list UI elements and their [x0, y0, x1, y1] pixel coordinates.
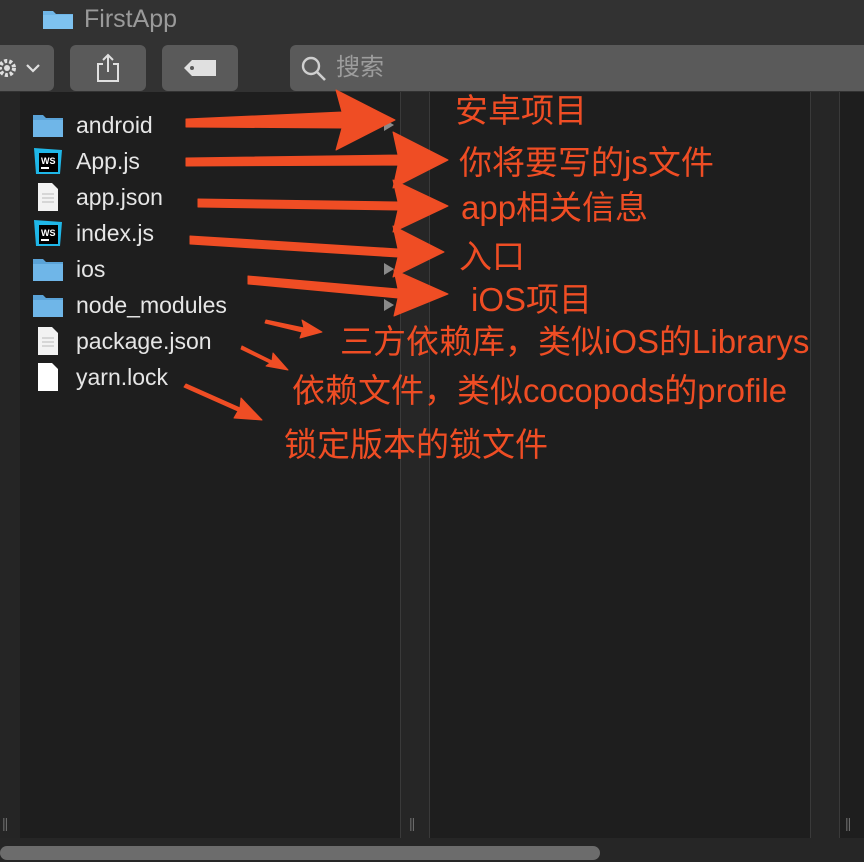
arrow-android: [185, 89, 396, 151]
annotation-ios: iOS项目: [471, 281, 593, 318]
annotation-node-modules: 三方依赖库，类似iOS的Librarys: [340, 323, 810, 360]
annotation-index-js: 入口: [459, 238, 525, 275]
arrow-app-json: [197, 179, 449, 233]
annotation-android: 安卓项目: [455, 92, 587, 129]
arrow-app-js: [185, 131, 449, 189]
arrow-yarn-lock: [183, 383, 263, 421]
annotation-app-json: app相关信息: [461, 189, 649, 226]
annotation-yarn-lock: 锁定版本的锁文件: [284, 426, 548, 463]
arrow-package-json: [240, 345, 289, 371]
annotation-package-json: 依赖文件，类似cocopods的profile: [292, 372, 788, 409]
arrow-index-js: [189, 225, 445, 278]
annotation-app-js: 你将要写的js文件: [459, 144, 714, 181]
arrow-node-modules: [264, 319, 323, 339]
arrow-ios: [247, 269, 449, 317]
